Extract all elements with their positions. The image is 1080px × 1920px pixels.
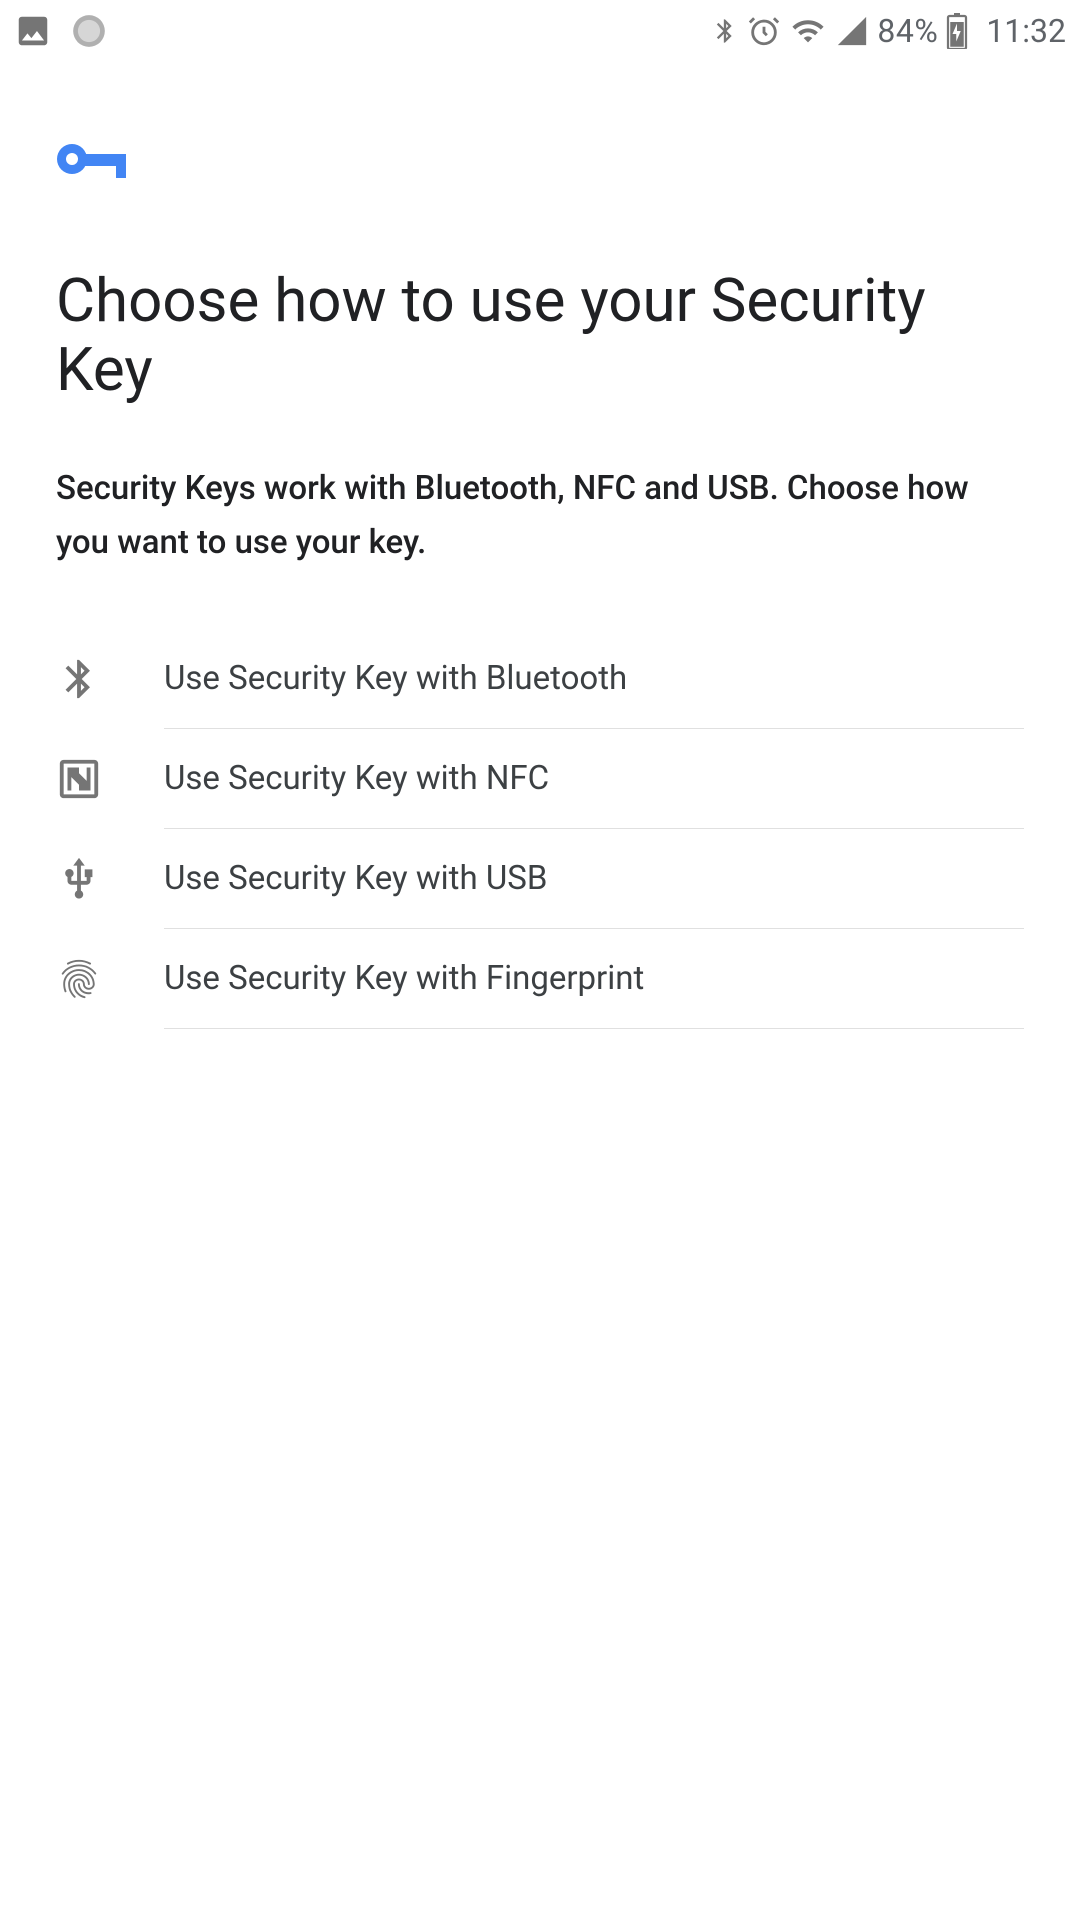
sync-notification-icon	[70, 12, 108, 50]
bluetooth-status-icon	[711, 13, 739, 49]
page-title: Choose how to use your Security Key	[56, 266, 1024, 404]
status-left	[14, 12, 108, 50]
option-label: Use Security Key with Bluetooth	[164, 659, 627, 698]
cellular-status-icon	[835, 14, 869, 48]
option-label: Use Security Key with Fingerprint	[164, 959, 644, 998]
bluetooth-icon	[56, 656, 164, 702]
option-fingerprint[interactable]: Use Security Key with Fingerprint	[56, 929, 1024, 1029]
wifi-status-icon	[789, 14, 827, 48]
fingerprint-icon	[56, 956, 164, 1002]
battery-percent: 84%	[877, 12, 938, 50]
main-content: Choose how to use your Security Key Secu…	[0, 62, 1080, 1029]
photo-notification-icon	[14, 12, 52, 50]
alarm-status-icon	[747, 14, 781, 48]
nfc-icon	[56, 756, 164, 802]
battery-charging-icon	[946, 13, 968, 49]
option-nfc[interactable]: Use Security Key with NFC	[56, 729, 1024, 829]
status-right: 84% 11:32	[711, 12, 1066, 50]
page-subtitle: Security Keys work with Bluetooth, NFC a…	[56, 462, 1024, 571]
options-list: Use Security Key with Bluetooth Use Secu…	[56, 629, 1024, 1029]
option-usb[interactable]: Use Security Key with USB	[56, 829, 1024, 929]
key-icon	[56, 137, 1024, 181]
status-bar: 84% 11:32	[0, 0, 1080, 62]
usb-icon	[56, 856, 164, 902]
option-label: Use Security Key with NFC	[164, 759, 549, 798]
option-label: Use Security Key with USB	[164, 859, 547, 898]
clock-time: 11:32	[986, 12, 1066, 50]
option-bluetooth[interactable]: Use Security Key with Bluetooth	[56, 629, 1024, 729]
